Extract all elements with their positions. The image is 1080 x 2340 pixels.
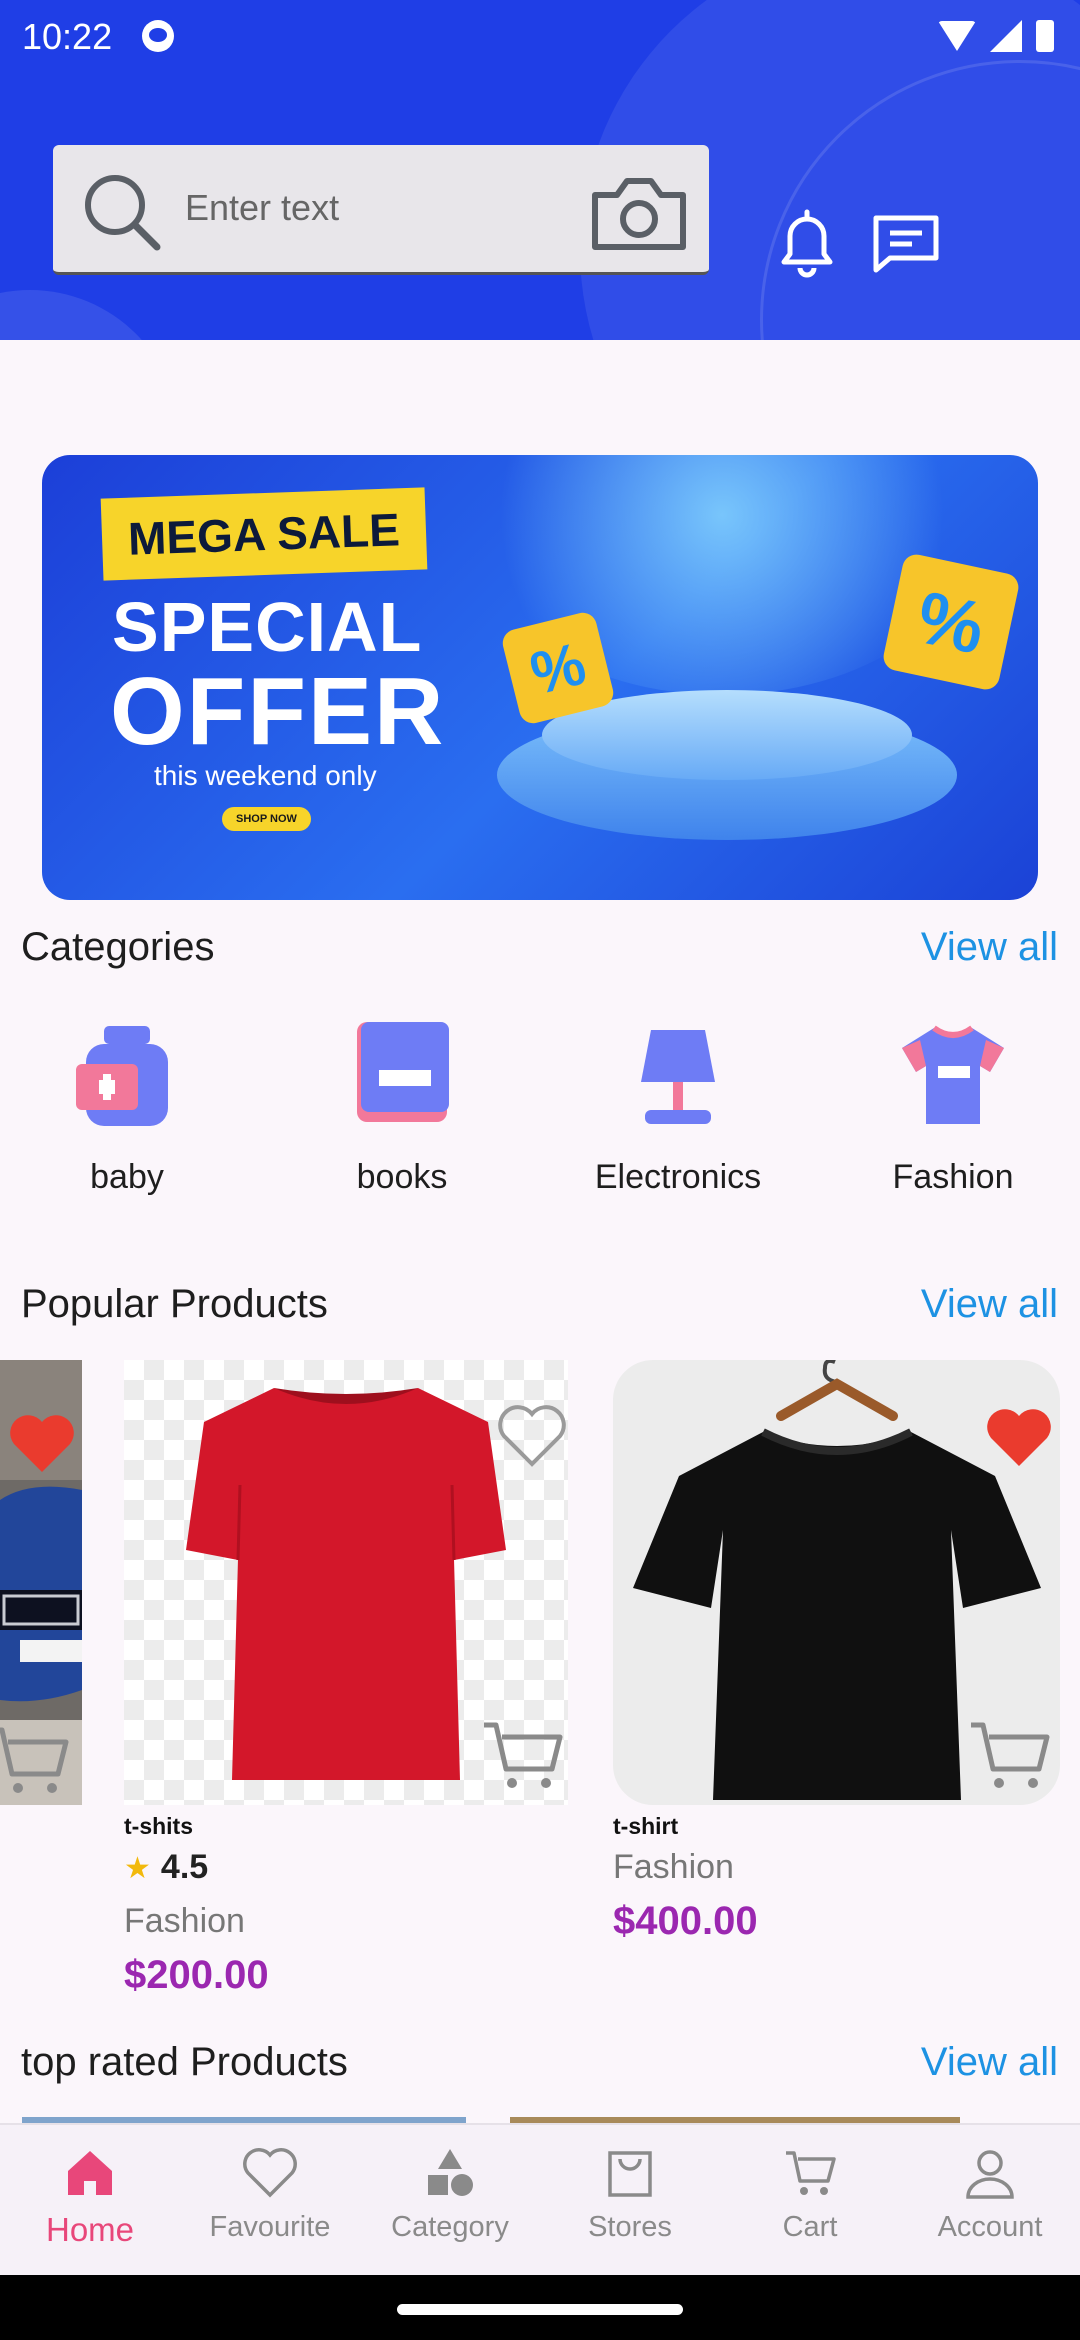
category-label: baby — [90, 1158, 164, 1196]
banner-title-line1: SPECIAL — [112, 588, 423, 666]
category-item-fashion[interactable]: Fashion — [823, 1020, 1080, 1196]
banner-title-line2: OFFER — [110, 658, 446, 765]
bottom-navigation: Home Favourite Category Stores Cart Acco… — [0, 2123, 1080, 2275]
nav-item-home[interactable]: Home — [0, 2145, 180, 2265]
product-name: t-shits — [124, 1813, 193, 1839]
popular-products-title: Popular Products — [21, 1282, 328, 1326]
top-rated-view-all-link[interactable]: View all — [921, 2040, 1058, 2085]
home-icon — [68, 2151, 112, 2195]
lamp-icon — [641, 1030, 715, 1124]
status-app-icon — [142, 20, 174, 52]
bag-icon — [608, 2151, 652, 2197]
star-icon: ★ — [124, 1852, 151, 1885]
category-label: Fashion — [892, 1158, 1014, 1196]
product-price: $400.00 — [613, 1899, 758, 1943]
app-header: 10:22 Enter text — [0, 0, 1080, 340]
category-label: Electronics — [594, 1158, 762, 1196]
search-input[interactable]: Enter text — [53, 145, 709, 275]
nav-item-favourite[interactable]: Favourite — [180, 2145, 360, 2265]
nav-item-cart[interactable]: Cart — [720, 2145, 900, 2265]
category-label: books — [356, 1158, 448, 1196]
nav-item-account[interactable]: Account — [900, 2145, 1080, 2265]
status-time: 10:22 — [22, 16, 113, 57]
shapes-icon — [428, 2149, 473, 2196]
category-item-baby[interactable]: baby — [0, 1020, 257, 1196]
product-card[interactable] — [124, 1360, 568, 1805]
home-indicator[interactable] — [397, 2304, 683, 2315]
product-price: $200.00 — [124, 1953, 269, 1997]
bell-icon[interactable] — [774, 208, 840, 280]
cart-icon — [786, 2151, 836, 2195]
camera-icon[interactable] — [587, 167, 691, 257]
product-card-partial[interactable] — [0, 1360, 82, 1805]
banner-shop-button[interactable]: SHOP NOW — [222, 807, 311, 831]
favorite-heart-icon[interactable] — [983, 1404, 1055, 1470]
category-item-electronics[interactable]: Electronics — [548, 1020, 808, 1196]
system-home-bar — [0, 2275, 1080, 2340]
search-placeholder: Enter text — [185, 187, 340, 228]
app-screen: 10:22 Enter text % % MEGA SALE SPECIAL O… — [0, 0, 1080, 2340]
product-category: Fashion — [613, 1848, 734, 1886]
add-to-cart-icon[interactable] — [480, 1717, 564, 1793]
product-category: Fashion — [124, 1902, 245, 1940]
categories-title: Categories — [21, 925, 215, 969]
book-icon — [357, 1022, 449, 1122]
battery-icon — [1036, 20, 1054, 52]
favorite-heart-icon[interactable] — [496, 1404, 568, 1470]
popular-view-all-link[interactable]: View all — [921, 1282, 1058, 1327]
percent-badge-icon: % — [881, 552, 1021, 692]
promo-banner[interactable]: % % MEGA SALE SPECIAL OFFER this weekend… — [42, 455, 1038, 900]
heart-icon — [243, 2148, 297, 2198]
person-icon — [966, 2150, 1014, 2199]
chat-icon[interactable] — [870, 212, 942, 276]
add-to-cart-icon[interactable] — [0, 1722, 70, 1798]
nav-item-category[interactable]: Category — [360, 2145, 540, 2265]
nav-item-stores[interactable]: Stores — [540, 2145, 720, 2265]
product-name: t-shirt — [613, 1813, 679, 1839]
product-card[interactable] — [613, 1360, 1060, 1805]
favorite-heart-icon[interactable] — [6, 1410, 78, 1476]
top-rated-title: top rated Products — [21, 2040, 348, 2084]
add-to-cart-icon[interactable] — [967, 1717, 1051, 1793]
category-item-books[interactable]: books — [272, 1020, 532, 1196]
banner-subtitle: this weekend only — [154, 760, 377, 791]
wifi-icon — [938, 21, 976, 51]
categories-view-all-link[interactable]: View all — [921, 925, 1058, 970]
status-bar: 10:22 — [0, 0, 1080, 76]
product-rating: ★ 4.5 — [124, 1848, 209, 1886]
baby-bottle-icon — [76, 1026, 168, 1126]
banner-tag: MEGA SALE — [100, 487, 428, 581]
signal-icon — [990, 20, 1022, 52]
search-icon — [85, 175, 161, 251]
tshirt-icon — [902, 1025, 1004, 1124]
status-icons — [938, 18, 1054, 54]
